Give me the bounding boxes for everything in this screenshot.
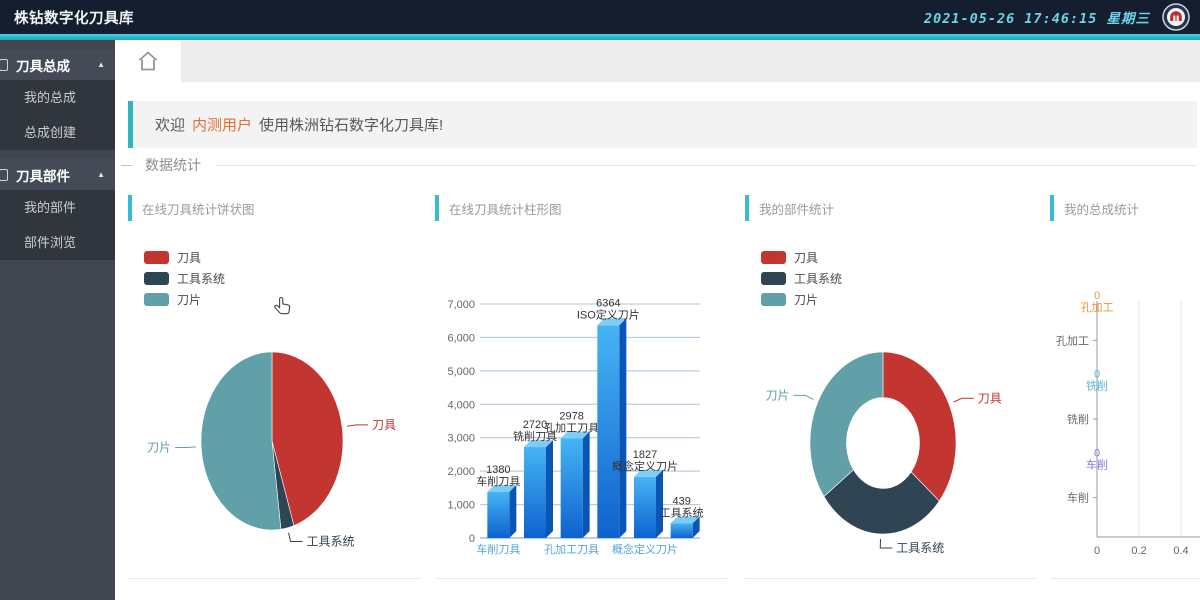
svg-text:刀片: 刀片 bbox=[765, 388, 789, 402]
svg-text:2978: 2978 bbox=[559, 410, 583, 422]
datetime-display: 2021-05-26 17:46:15 星期三 bbox=[924, 7, 1150, 27]
svg-text:4,000: 4,000 bbox=[447, 399, 475, 411]
chevron-up-icon: ▲ bbox=[97, 60, 105, 69]
sidebar-group-tool-parts[interactable]: 刀具部件 ▲ bbox=[0, 159, 115, 190]
svg-text:刀具: 刀具 bbox=[372, 418, 396, 432]
my-parts-donut-chart[interactable]: 刀具工具系统 刀片 bbox=[745, 191, 1037, 579]
svg-text:439: 439 bbox=[672, 495, 690, 507]
svg-text:1380: 1380 bbox=[486, 464, 510, 476]
svg-text:0: 0 bbox=[1094, 369, 1100, 381]
sidebar-item-my-assembly[interactable]: 我的总成 bbox=[0, 80, 115, 115]
section-header: 数据统计 bbox=[121, 156, 1197, 174]
svg-text:ISO定义刀片: ISO定义刀片 bbox=[577, 307, 640, 321]
welcome-banner: 欢迎 内测用户 使用株洲钻石数字化刀具库! bbox=[128, 101, 1197, 148]
main-content: 欢迎 内测用户 使用株洲钻石数字化刀具库! 数据统计 在线刀具统计饼状图 刀具 bbox=[115, 40, 1200, 600]
svg-text:工具系统: 工具系统 bbox=[896, 541, 944, 555]
home-icon bbox=[136, 50, 160, 72]
svg-text:1,000: 1,000 bbox=[447, 500, 475, 512]
svg-text:刀具: 刀具 bbox=[978, 391, 1002, 405]
sidebar-item-browse-parts[interactable]: 部件浏览 bbox=[0, 225, 115, 260]
svg-text:孔加工刀具: 孔加工刀具 bbox=[544, 543, 599, 556]
svg-text:概念定义刀片: 概念定义刀片 bbox=[612, 459, 678, 473]
svg-text:车削: 车削 bbox=[1086, 457, 1108, 471]
svg-text:刀片: 刀片 bbox=[147, 440, 171, 454]
svg-text:工具系统: 工具系统 bbox=[307, 535, 355, 549]
svg-text:车削刀具: 车削刀具 bbox=[476, 474, 520, 488]
svg-text:孔加工刀具: 孔加工刀具 bbox=[544, 421, 599, 434]
svg-text:0: 0 bbox=[1094, 290, 1100, 302]
chevron-up-icon: ▲ bbox=[97, 170, 105, 179]
menu-group-icon bbox=[0, 59, 8, 71]
svg-text:6,000: 6,000 bbox=[447, 332, 475, 344]
svg-text:7,000: 7,000 bbox=[447, 299, 475, 311]
my-assemblies-hbar-chart[interactable]: 00.20.4孔加工铣削车削0孔加工0铣削0车削 bbox=[1050, 191, 1200, 579]
tab-bar bbox=[115, 40, 1200, 82]
top-bar: 株钻数字化刀具库 2021-05-26 17:46:15 星期三 bbox=[0, 0, 1200, 34]
welcome-message: 使用株洲钻石数字化刀具库! bbox=[259, 114, 443, 135]
svg-text:1827: 1827 bbox=[633, 449, 657, 461]
svg-text:铣削: 铣削 bbox=[1067, 412, 1089, 426]
svg-text:铣削: 铣削 bbox=[1086, 379, 1108, 393]
tab-home[interactable] bbox=[115, 40, 181, 82]
sidebar-group-label: 刀具部件 bbox=[16, 165, 70, 185]
svg-text:0: 0 bbox=[1094, 545, 1100, 557]
online-tools-pie-chart[interactable]: 刀具工具系统 刀片 bbox=[128, 191, 420, 579]
svg-text:概念定义刀片: 概念定义刀片 bbox=[612, 542, 678, 556]
sidebar-group-label: 刀具总成 bbox=[16, 55, 70, 75]
submenu-tool-assembly: 我的总成 总成创建 bbox=[0, 80, 115, 150]
topbar-right: 2021-05-26 17:46:15 星期三 bbox=[924, 3, 1190, 31]
svg-text:3,000: 3,000 bbox=[447, 433, 475, 445]
panel-my-parts-donut: 我的部件统计 刀具 工具系统 刀片 刀具工具系统刀片 bbox=[745, 191, 1037, 579]
svg-text:5,000: 5,000 bbox=[447, 366, 475, 378]
section-dash bbox=[121, 165, 132, 166]
svg-text:0: 0 bbox=[1094, 447, 1100, 459]
svg-text:孔加工: 孔加工 bbox=[1081, 301, 1114, 314]
welcome-username: 内测用户 bbox=[192, 114, 252, 135]
svg-text:工具系统: 工具系统 bbox=[660, 506, 704, 519]
panel-online-tools-pie: 在线刀具统计饼状图 刀具 工具系统 刀片 刀具工具系统刀片 bbox=[128, 191, 420, 579]
svg-text:0.4: 0.4 bbox=[1173, 545, 1188, 557]
svg-text:孔加工: 孔加工 bbox=[1056, 334, 1089, 347]
app-title: 株钻数字化刀具库 bbox=[14, 7, 134, 28]
sidebar-item-my-parts[interactable]: 我的部件 bbox=[0, 190, 115, 225]
svg-text:车削: 车削 bbox=[1067, 491, 1089, 505]
sidebar: 刀具总成 ▲ 我的总成 总成创建 刀具部件 ▲ 我的部件 部件浏览 bbox=[0, 40, 115, 600]
svg-text:0.2: 0.2 bbox=[1131, 545, 1146, 557]
welcome-greeting: 欢迎 bbox=[155, 114, 185, 135]
svg-text:2,000: 2,000 bbox=[447, 466, 475, 478]
section-rule bbox=[215, 165, 1197, 166]
company-seal-icon bbox=[1162, 3, 1190, 31]
svg-text:车削刀具: 车削刀具 bbox=[476, 542, 520, 556]
svg-text:0: 0 bbox=[469, 533, 475, 545]
svg-text:6364: 6364 bbox=[596, 297, 620, 309]
submenu-tool-parts: 我的部件 部件浏览 bbox=[0, 190, 115, 260]
app-root: 株钻数字化刀具库 2021-05-26 17:46:15 星期三 刀具总成 ▲ bbox=[0, 0, 1200, 600]
panel-my-assemblies-hbar: 我的总成统计 00.20.4孔加工铣削车削0孔加工0铣削0车削 bbox=[1050, 191, 1200, 579]
online-tools-bar-chart[interactable]: 0 1,000 2,000 3,000 4,000 5,000 6,000 7,000 1380… bbox=[435, 191, 727, 579]
section-title: 数据统计 bbox=[145, 155, 201, 175]
sidebar-group-tool-assembly[interactable]: 刀具总成 ▲ bbox=[0, 49, 115, 80]
menu-group-icon bbox=[0, 169, 8, 181]
panel-online-tools-bar: 在线刀具统计柱形图 01,0002,0003,0004,0005,0006,00… bbox=[435, 191, 727, 579]
sidebar-item-create-assembly[interactable]: 总成创建 bbox=[0, 115, 115, 150]
